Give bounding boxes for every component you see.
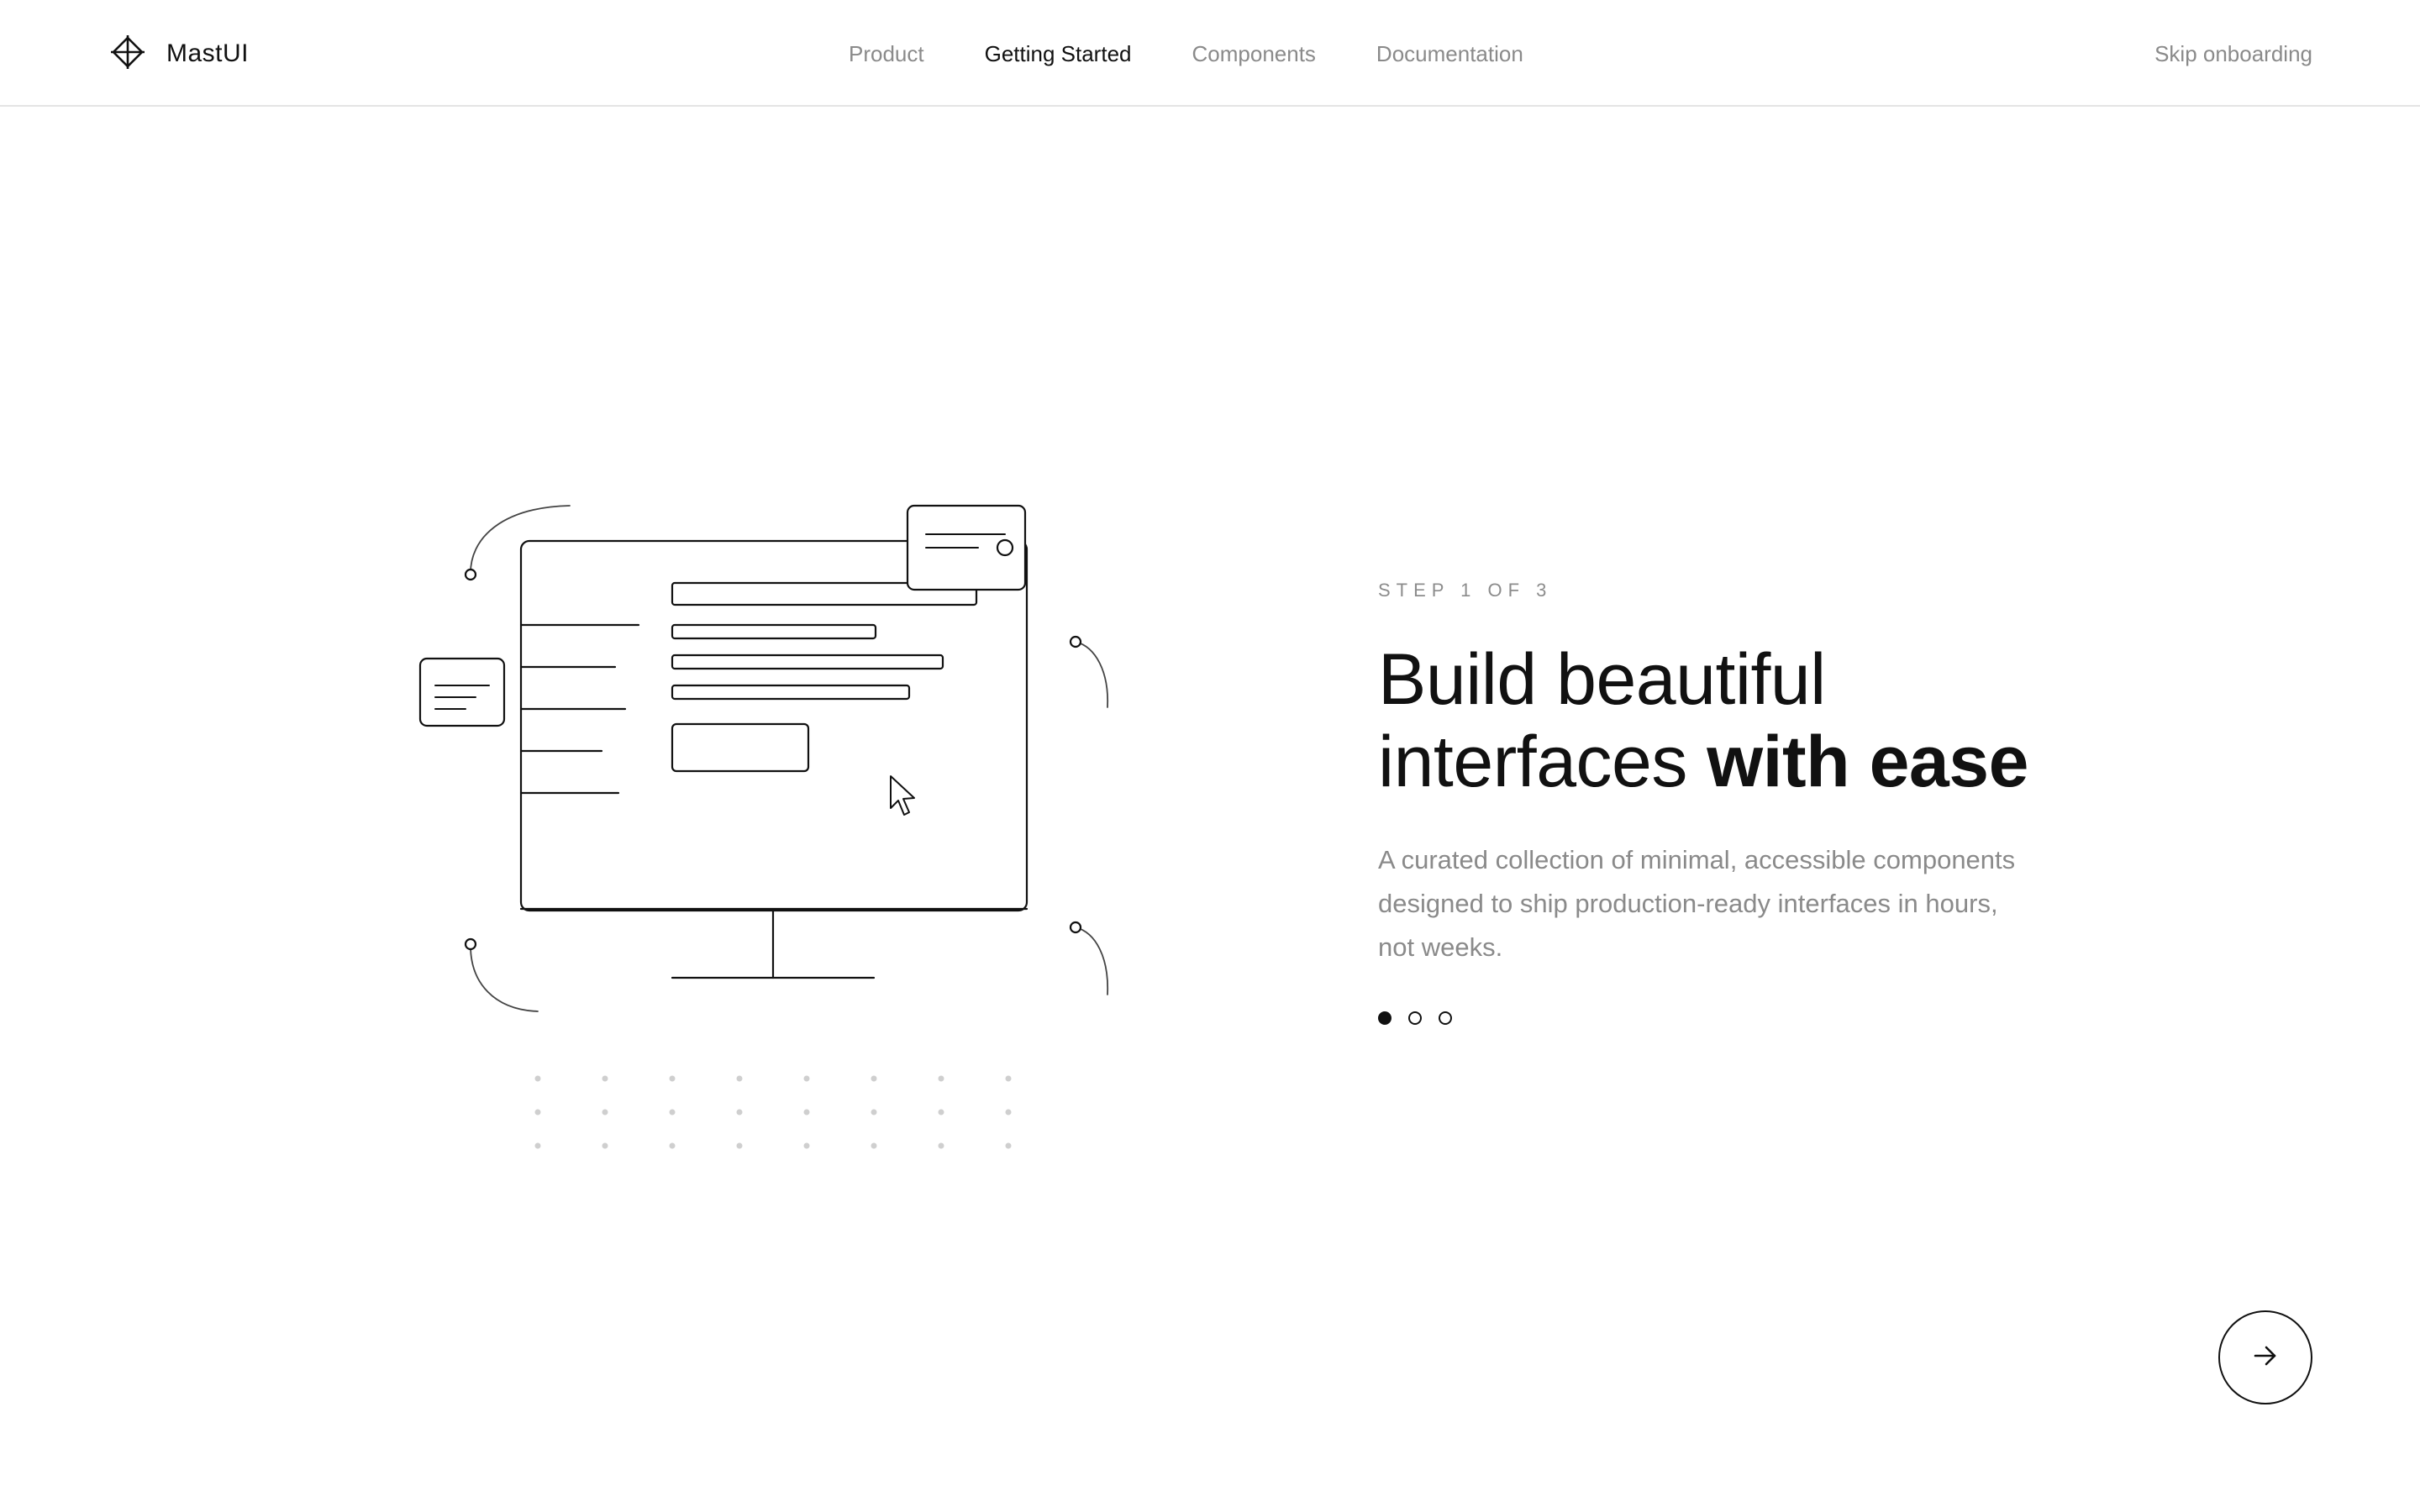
nav-item-getting-started[interactable]: Getting Started [985, 41, 1132, 67]
skip-onboarding-link[interactable]: Skip onboarding [2154, 34, 2312, 74]
onboarding-step-content: STEP 1 OF 3 Build beautiful interfaces w… [1378, 580, 2134, 1025]
next-step-button[interactable] [2218, 1310, 2312, 1404]
crosshair-diamond-icon [111, 34, 145, 73]
main-nav: Product Getting Started Components Docum… [849, 34, 1584, 74]
step-pagination-dots [1378, 1011, 2134, 1025]
desktop-monitor-illustration [410, 496, 1133, 1168]
onboarding-description: A curated collection of minimal, accessi… [1378, 845, 2016, 962]
page-title: Build beautiful interfaces with ease [1378, 638, 2134, 803]
pagination-dot-step-1[interactable] [1378, 1011, 1392, 1025]
nav-item-components[interactable]: Components [1192, 41, 1316, 67]
step-indicator-label: STEP 1 OF 3 [1378, 580, 1553, 601]
brand-logo-link[interactable]: MastUI [111, 34, 249, 74]
nav-item-product[interactable]: Product [849, 41, 924, 67]
arrow-right-icon [2251, 1341, 2280, 1374]
pagination-dot-step-3[interactable] [1439, 1011, 1452, 1025]
pagination-dot-step-2[interactable] [1408, 1011, 1422, 1025]
headline-bold: with ease [1707, 722, 2028, 802]
brand-name: MastUI [166, 39, 250, 67]
nav-item-documentation[interactable]: Documentation [1376, 41, 1523, 67]
top-navigation-bar: MastUI Product Getting Started Component… [0, 0, 2420, 107]
